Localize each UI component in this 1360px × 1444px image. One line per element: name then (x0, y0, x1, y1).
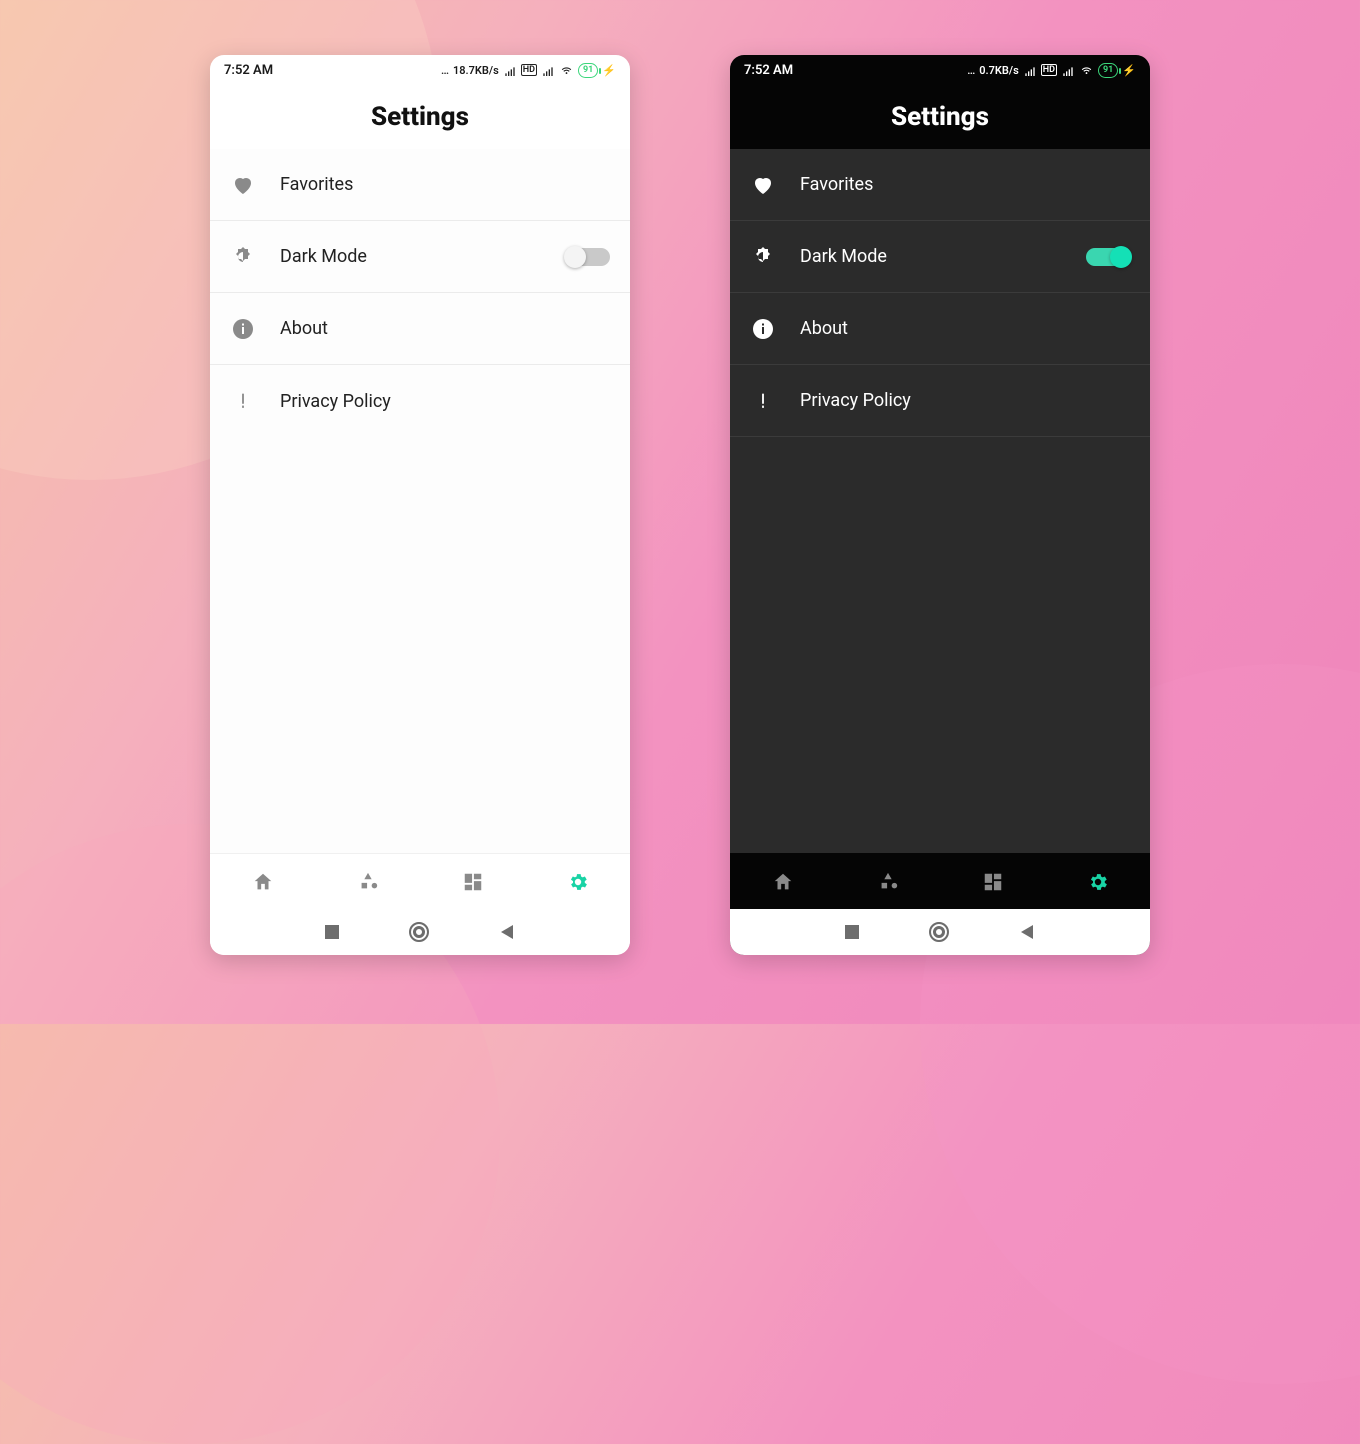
settings-row-favorites[interactable]: Favorites (210, 149, 630, 221)
heart-icon (230, 172, 256, 198)
brightness-icon (750, 244, 776, 270)
back-icon[interactable] (499, 924, 515, 940)
home-button-icon[interactable] (929, 922, 949, 942)
row-label: About (800, 318, 1130, 339)
priority-icon (230, 388, 256, 414)
recents-icon[interactable] (325, 925, 339, 939)
row-label: Dark Mode (800, 246, 1062, 267)
row-label: Privacy Policy (800, 390, 1130, 411)
charging-icon: ⚡ (602, 64, 616, 77)
nav-category[interactable] (835, 871, 940, 893)
row-label: Dark Mode (280, 246, 542, 267)
gear-icon (1087, 871, 1109, 893)
phone-dark: 7:52 AM … 0.7KB/s HD 91 ⚡ Settings Favor… (730, 55, 1150, 955)
category-icon (877, 871, 899, 893)
status-time: 7:52 AM (224, 63, 273, 78)
nav-home[interactable] (730, 871, 835, 893)
info-icon (230, 316, 256, 342)
status-bar: 7:52 AM … 0.7KB/s HD 91 ⚡ (730, 55, 1150, 85)
charging-icon: ⚡ (1122, 64, 1136, 77)
recents-icon[interactable] (845, 925, 859, 939)
phone-light: 7:52 AM … 18.7KB/s HD 91 ⚡ Settings Favo… (210, 55, 630, 955)
status-bar: 7:52 AM … 18.7KB/s HD 91 ⚡ (210, 55, 630, 85)
back-icon[interactable] (1019, 924, 1035, 940)
priority-icon (750, 388, 776, 414)
info-icon (750, 316, 776, 342)
settings-row-privacy[interactable]: Privacy Policy (210, 365, 630, 437)
dark-mode-toggle[interactable] (1086, 248, 1130, 266)
bottom-nav (210, 853, 630, 909)
status-right: … 18.7KB/s HD 91 ⚡ (441, 63, 616, 78)
settings-list: Favorites Dark Mode About Privacy Policy (730, 149, 1150, 853)
bottom-nav (730, 853, 1150, 909)
category-icon (357, 871, 379, 893)
wifi-icon (1079, 64, 1094, 77)
settings-row-about[interactable]: About (730, 293, 1150, 365)
row-label: About (280, 318, 610, 339)
battery-icon: 91 (1098, 63, 1118, 78)
wifi-icon (559, 64, 574, 77)
system-nav (730, 909, 1150, 955)
page-title: Settings (730, 85, 1150, 149)
home-icon (252, 871, 274, 893)
home-icon (772, 871, 794, 893)
settings-row-privacy[interactable]: Privacy Policy (730, 365, 1150, 437)
battery-icon: 91 (578, 63, 598, 78)
nav-category[interactable] (315, 871, 420, 893)
heart-icon (750, 172, 776, 198)
system-nav (210, 909, 630, 955)
row-label: Privacy Policy (280, 391, 610, 412)
gear-icon (567, 871, 589, 893)
home-button-icon[interactable] (409, 922, 429, 942)
dark-mode-toggle[interactable] (566, 248, 610, 266)
signal-icon (503, 64, 517, 76)
signal-icon (541, 64, 555, 76)
settings-row-about[interactable]: About (210, 293, 630, 365)
signal-icon (1061, 64, 1075, 76)
signal-icon (1023, 64, 1037, 76)
page-title: Settings (210, 85, 630, 149)
nav-settings[interactable] (1045, 871, 1150, 893)
status-right: … 0.7KB/s HD 91 ⚡ (967, 63, 1136, 78)
row-label: Favorites (800, 174, 1130, 195)
brightness-icon (230, 244, 256, 270)
nav-dashboard[interactable] (940, 871, 1045, 893)
nav-settings[interactable] (525, 871, 630, 893)
settings-row-favorites[interactable]: Favorites (730, 149, 1150, 221)
nav-dashboard[interactable] (420, 871, 525, 893)
dashboard-icon (982, 871, 1004, 893)
status-net: 18.7KB/s (453, 64, 499, 77)
status-net: 0.7KB/s (979, 64, 1019, 77)
nav-home[interactable] (210, 871, 315, 893)
row-label: Favorites (280, 174, 610, 195)
status-time: 7:52 AM (744, 63, 793, 78)
settings-row-dark-mode[interactable]: Dark Mode (210, 221, 630, 293)
settings-list: Favorites Dark Mode About Privacy Policy (210, 149, 630, 853)
dashboard-icon (462, 871, 484, 893)
settings-row-dark-mode[interactable]: Dark Mode (730, 221, 1150, 293)
phones-container: 7:52 AM … 18.7KB/s HD 91 ⚡ Settings Favo… (0, 0, 1360, 955)
